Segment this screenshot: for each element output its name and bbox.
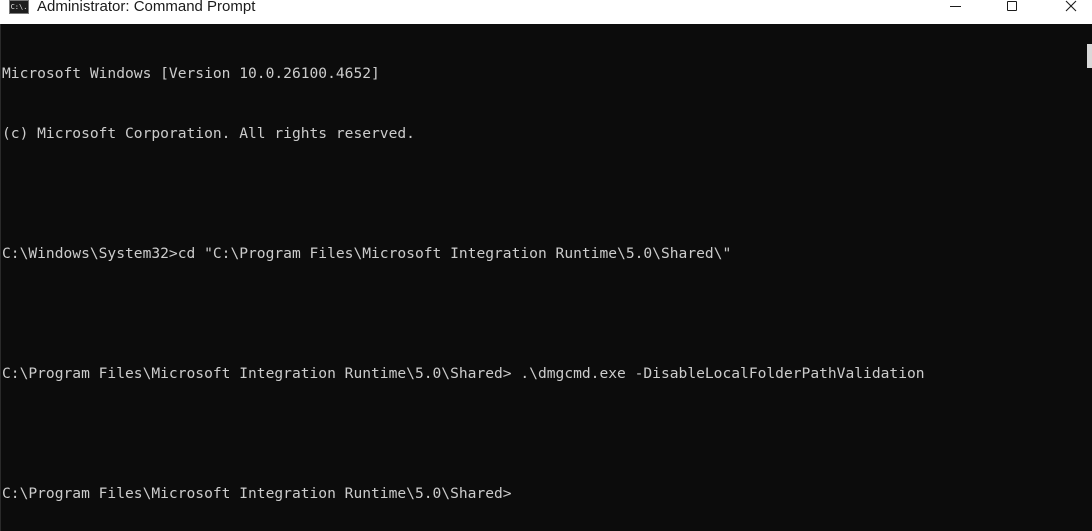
console-line: Microsoft Windows [Version 10.0.26100.46…: [2, 65, 380, 82]
command-prompt-icon[interactable]: C:\.: [9, 0, 29, 14]
console-line: (c) Microsoft Corporation. All rights re…: [2, 125, 415, 142]
maximize-icon: [1007, 1, 1017, 11]
close-button[interactable]: [1048, 0, 1092, 18]
minimize-icon: [949, 6, 961, 7]
console-prompt-line[interactable]: C:\Program Files\Microsoft Integration R…: [2, 484, 1082, 504]
window-edge: [0, 24, 1, 531]
console-line: C:\Windows\System32>cd "C:\Program Files…: [2, 245, 732, 262]
window-title: Administrator: Command Prompt: [37, 0, 256, 15]
close-icon: [1065, 0, 1077, 12]
title-bar[interactable]: C:\. Administrator: Command Prompt: [0, 0, 1092, 24]
command-prompt-window: C:\. Administrator: Command Prompt Micro…: [0, 0, 1092, 531]
console-output[interactable]: Microsoft Windows [Version 10.0.26100.46…: [2, 24, 1082, 531]
minimize-button[interactable]: [932, 0, 978, 18]
maximize-button[interactable]: [989, 0, 1035, 18]
console-line: C:\Program Files\Microsoft Integration R…: [2, 365, 925, 382]
vertical-scrollbar-thumb[interactable]: [1087, 44, 1092, 68]
